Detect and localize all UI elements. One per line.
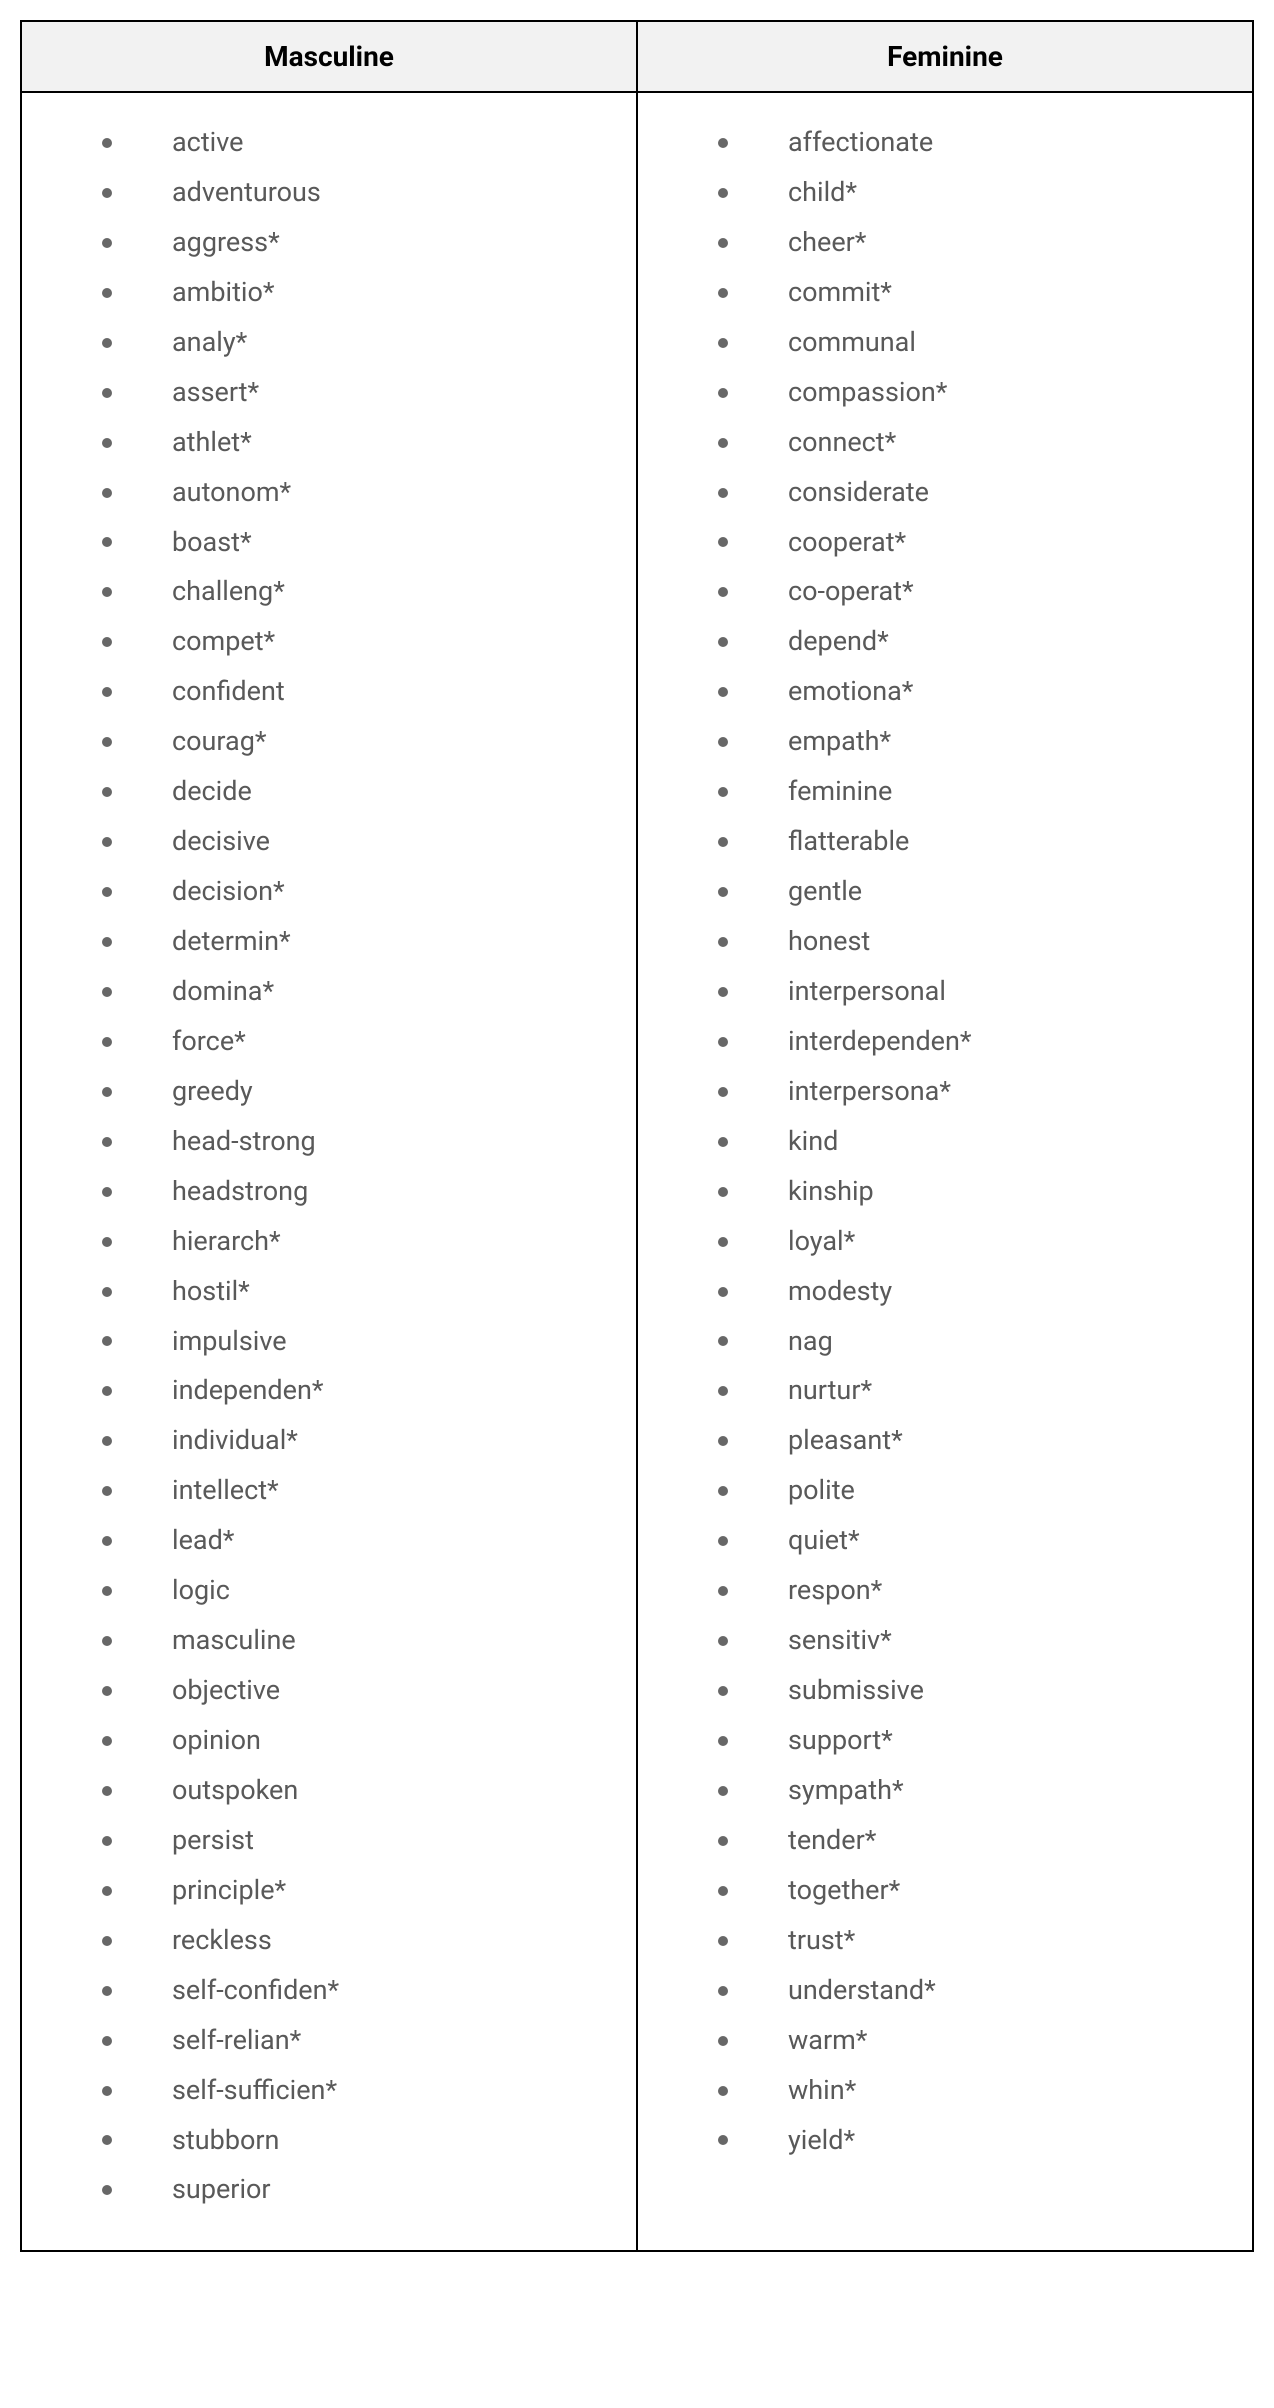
list-item: analy* — [102, 318, 626, 368]
list-item: reckless — [102, 1916, 626, 1966]
list-item: force* — [102, 1017, 626, 1067]
list-item: quiet* — [718, 1516, 1242, 1566]
list-item: yield* — [718, 2116, 1242, 2166]
word-table-container: Masculine Feminine activeadventurousaggr… — [20, 20, 1254, 2252]
list-item: self-relian* — [102, 2016, 626, 2066]
column-header-feminine: Feminine — [637, 21, 1253, 92]
list-item: trust* — [718, 1916, 1242, 1966]
list-item: honest — [718, 917, 1242, 967]
list-item: interdependen* — [718, 1017, 1242, 1067]
list-item: warm* — [718, 2016, 1242, 2066]
list-item: nag — [718, 1317, 1242, 1367]
list-item: decision* — [102, 867, 626, 917]
list-item: feminine — [718, 767, 1242, 817]
list-item: pleasant* — [718, 1416, 1242, 1466]
column-header-masculine: Masculine — [21, 21, 637, 92]
list-item: intellect* — [102, 1466, 626, 1516]
list-item: impulsive — [102, 1317, 626, 1367]
list-item: considerate — [718, 468, 1242, 518]
list-item: aggress* — [102, 218, 626, 268]
list-item: headstrong — [102, 1167, 626, 1217]
list-feminine: affectionatechild*cheer*commit*communalc… — [648, 118, 1242, 2165]
list-item: together* — [718, 1866, 1242, 1916]
list-item: challeng* — [102, 567, 626, 617]
list-item: masculine — [102, 1616, 626, 1666]
word-table: Masculine Feminine activeadventurousaggr… — [20, 20, 1254, 2252]
list-item: objective — [102, 1666, 626, 1716]
list-item: support* — [718, 1716, 1242, 1766]
list-item: communal — [718, 318, 1242, 368]
list-item: superior — [102, 2165, 626, 2215]
list-item: ambitio* — [102, 268, 626, 318]
list-item: opinion — [102, 1716, 626, 1766]
list-item: compet* — [102, 617, 626, 667]
list-item: principle* — [102, 1866, 626, 1916]
list-item: loyal* — [718, 1217, 1242, 1267]
list-item: commit* — [718, 268, 1242, 318]
list-item: boast* — [102, 518, 626, 568]
list-item: emotiona* — [718, 667, 1242, 717]
list-item: flatterable — [718, 817, 1242, 867]
list-item: tender* — [718, 1816, 1242, 1866]
list-item: outspoken — [102, 1766, 626, 1816]
list-item: polite — [718, 1466, 1242, 1516]
list-item: logic — [102, 1566, 626, 1616]
list-item: kind — [718, 1117, 1242, 1167]
list-item: modesty — [718, 1267, 1242, 1317]
list-item: respon* — [718, 1566, 1242, 1616]
list-masculine: activeadventurousaggress*ambitio*analy*a… — [32, 118, 626, 2215]
list-item: active — [102, 118, 626, 168]
list-item: assert* — [102, 368, 626, 418]
list-item: decisive — [102, 817, 626, 867]
list-item: cheer* — [718, 218, 1242, 268]
list-item: athlet* — [102, 418, 626, 468]
list-item: domina* — [102, 967, 626, 1017]
list-item: affectionate — [718, 118, 1242, 168]
list-item: depend* — [718, 617, 1242, 667]
list-item: courag* — [102, 717, 626, 767]
list-item: interpersona* — [718, 1067, 1242, 1117]
cell-masculine: activeadventurousaggress*ambitio*analy*a… — [21, 92, 637, 2251]
list-item: connect* — [718, 418, 1242, 468]
list-item: persist — [102, 1816, 626, 1866]
list-item: independen* — [102, 1366, 626, 1416]
list-item: kinship — [718, 1167, 1242, 1217]
list-item: stubborn — [102, 2116, 626, 2166]
list-item: cooperat* — [718, 518, 1242, 568]
list-item: hostil* — [102, 1267, 626, 1317]
list-item: determin* — [102, 917, 626, 967]
list-item: submissive — [718, 1666, 1242, 1716]
list-item: self-sufficien* — [102, 2066, 626, 2116]
list-item: nurtur* — [718, 1366, 1242, 1416]
list-item: compassion* — [718, 368, 1242, 418]
list-item: interpersonal — [718, 967, 1242, 1017]
list-item: sympath* — [718, 1766, 1242, 1816]
list-item: autonom* — [102, 468, 626, 518]
list-item: empath* — [718, 717, 1242, 767]
list-item: self-confiden* — [102, 1966, 626, 2016]
list-item: whin* — [718, 2066, 1242, 2116]
list-item: decide — [102, 767, 626, 817]
list-item: head-strong — [102, 1117, 626, 1167]
list-item: hierarch* — [102, 1217, 626, 1267]
list-item: gentle — [718, 867, 1242, 917]
list-item: greedy — [102, 1067, 626, 1117]
cell-feminine: affectionatechild*cheer*commit*communalc… — [637, 92, 1253, 2251]
list-item: confident — [102, 667, 626, 717]
list-item: lead* — [102, 1516, 626, 1566]
list-item: understand* — [718, 1966, 1242, 2016]
list-item: adventurous — [102, 168, 626, 218]
list-item: individual* — [102, 1416, 626, 1466]
list-item: child* — [718, 168, 1242, 218]
list-item: co-operat* — [718, 567, 1242, 617]
list-item: sensitiv* — [718, 1616, 1242, 1666]
